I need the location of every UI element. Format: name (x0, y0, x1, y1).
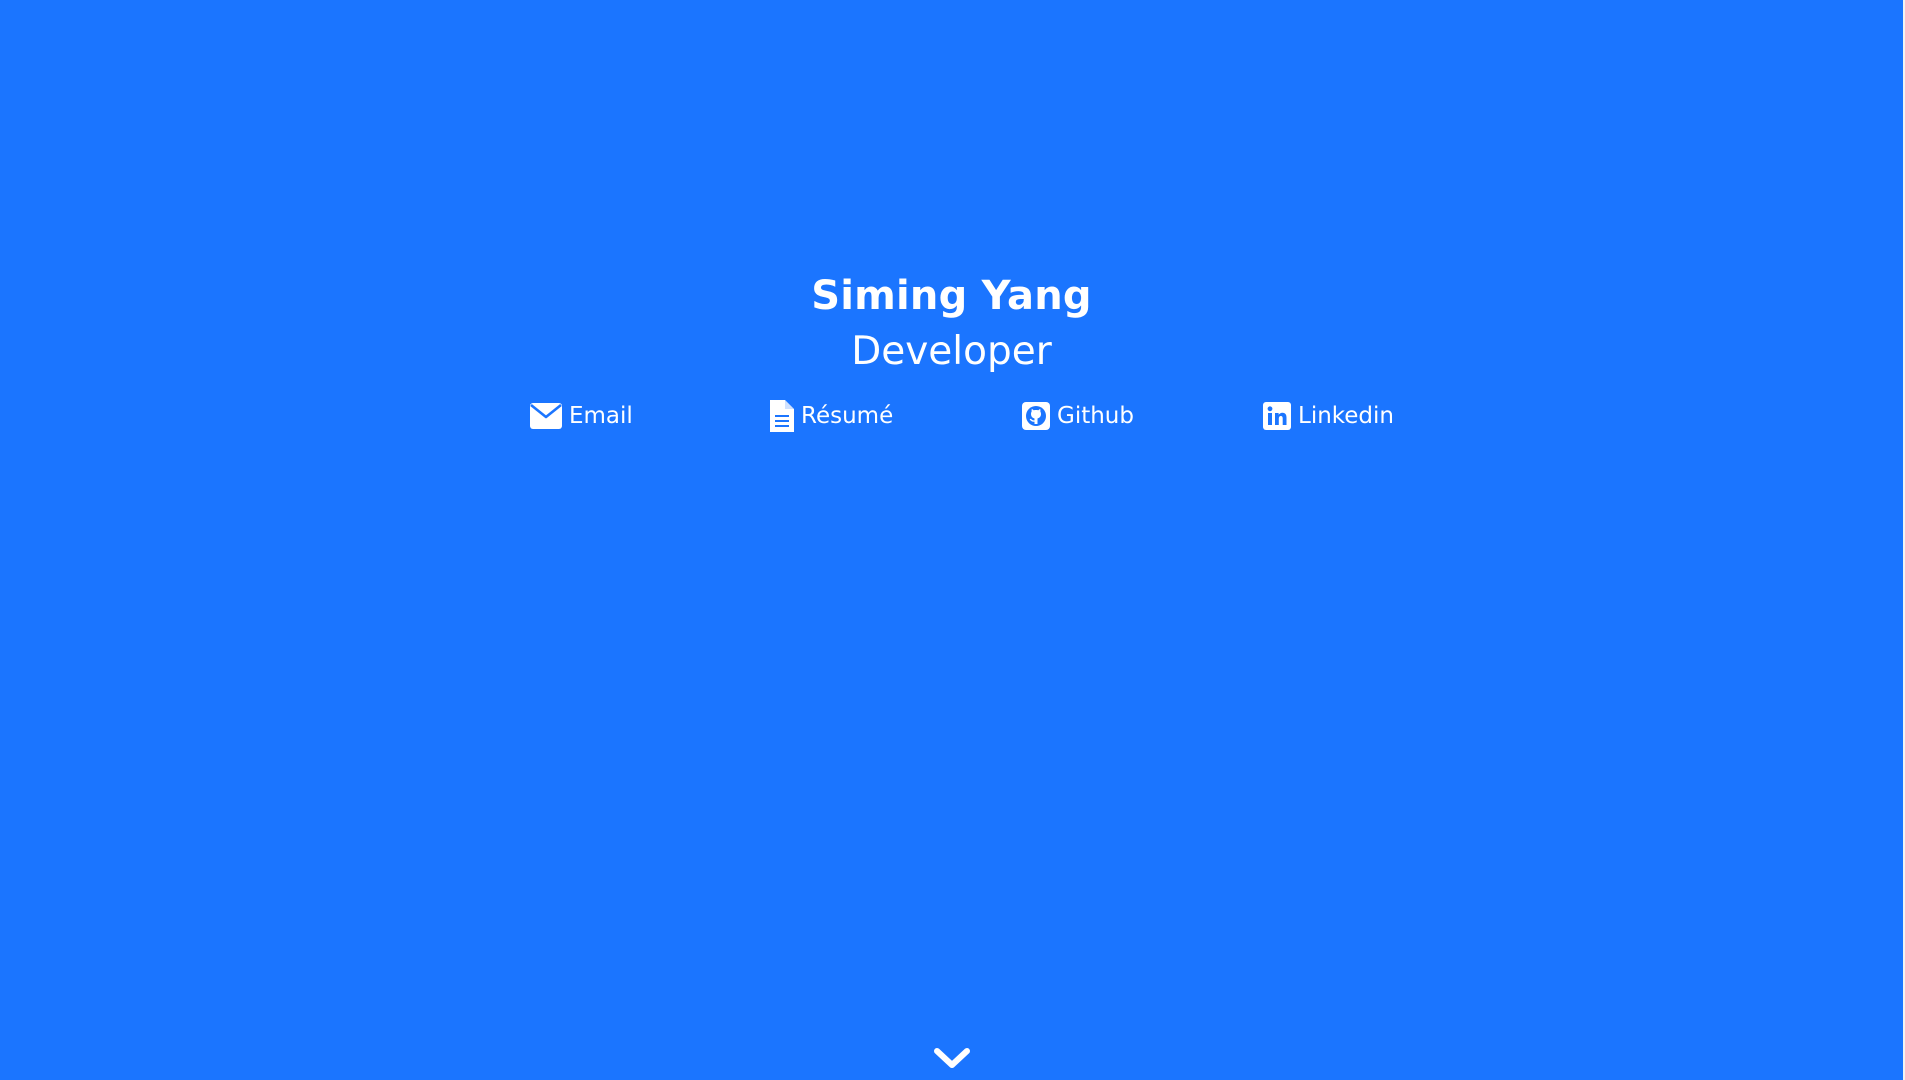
contact-links: Email Résumé Github Linkedin (0, 396, 1903, 436)
resume-link[interactable]: Résumé (770, 396, 893, 436)
linkedin-icon (1263, 402, 1291, 430)
github-link[interactable]: Github (1022, 396, 1134, 436)
resume-link-label: Résumé (801, 403, 894, 429)
linkedin-link-label: Linkedin (1298, 403, 1394, 429)
github-link-label: Github (1057, 403, 1134, 429)
email-link-label: Email (569, 403, 633, 429)
email-link[interactable]: Email (530, 396, 633, 436)
chevron-down-icon (933, 1048, 971, 1076)
envelope-icon (530, 403, 562, 429)
hero-section: Siming Yang Developer (0, 268, 1903, 380)
profile-title: Developer (851, 329, 1052, 374)
landing-page: Siming Yang Developer Email Résumé Githu… (0, 0, 1905, 1080)
linkedin-link[interactable]: Linkedin (1263, 396, 1394, 436)
github-icon (1022, 402, 1050, 430)
document-icon (770, 400, 794, 432)
profile-name: Siming Yang (811, 273, 1092, 319)
scroll-down-button[interactable] (933, 1046, 971, 1072)
